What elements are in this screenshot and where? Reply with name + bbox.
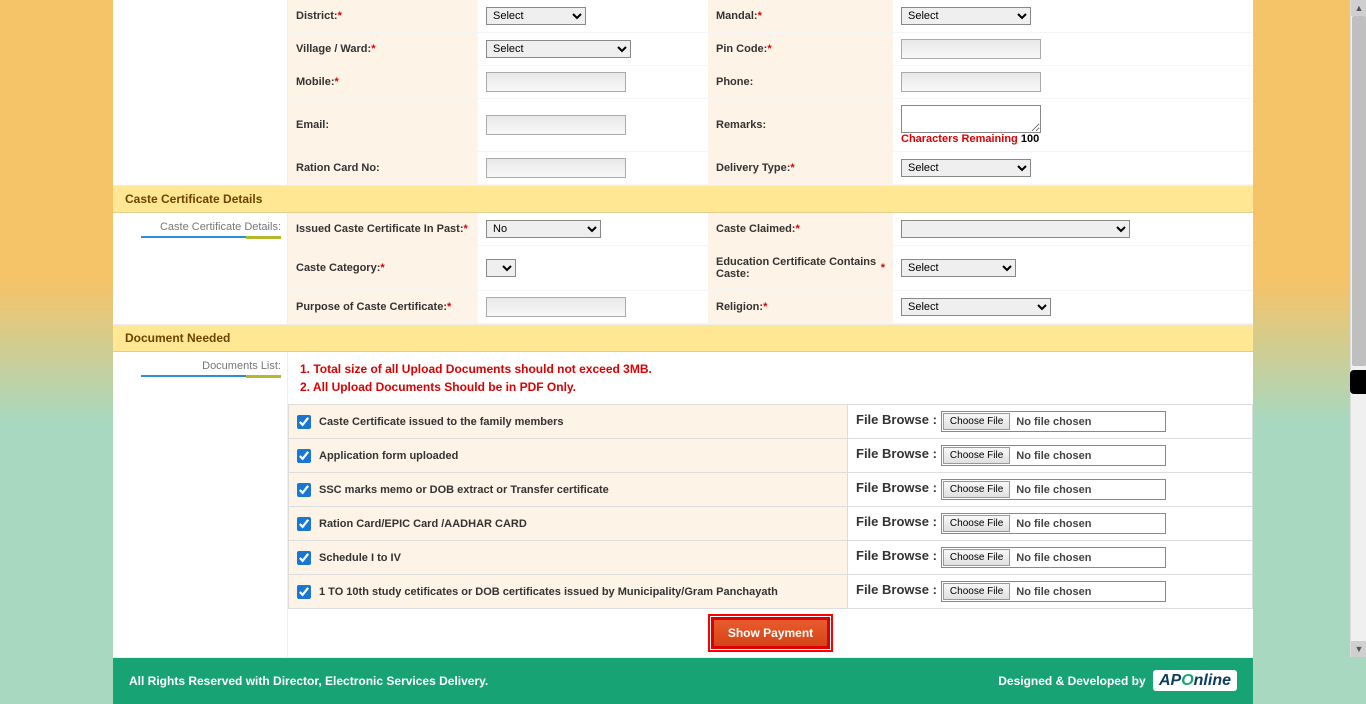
choose-file-button[interactable]: Choose File <box>943 413 1010 430</box>
remarks-label: Remarks: <box>708 99 893 151</box>
file-status: No file chosen <box>1016 484 1091 496</box>
email-label: Email: <box>288 99 478 151</box>
purpose-input[interactable] <box>486 297 626 317</box>
file-status: No file chosen <box>1016 518 1091 530</box>
doc-label: Application form uploaded <box>319 449 458 461</box>
doc-notes: 1. Total size of all Upload Documents sh… <box>288 352 1253 404</box>
doc-label: Ration Card/EPIC Card /AADHAR CARD <box>319 517 527 529</box>
choose-file-button[interactable]: Choose File <box>943 549 1010 566</box>
doc-label: Caste Certificate issued to the family m… <box>319 415 564 427</box>
issued-past-label: Issued Caste Certificate In Past:* <box>288 213 478 245</box>
file-browse-label: File Browse : <box>856 548 937 563</box>
religion-label: Religion:* <box>708 291 893 323</box>
choose-file-button[interactable]: Choose File <box>943 583 1010 600</box>
ration-label: Ration Card No: <box>288 152 478 184</box>
doc-label: 1 TO 10th study cetificates or DOB certi… <box>319 585 778 597</box>
doc-row: Schedule I to IV File Browse : Choose File… <box>289 541 1253 575</box>
file-input-wrapper[interactable]: Choose File No file chosen <box>941 479 1166 500</box>
doc-label: SSC marks memo or DOB extract or Transfe… <box>319 483 609 495</box>
show-payment-button[interactable]: Show Payment <box>711 617 830 649</box>
village-label: Village / Ward:* <box>288 33 478 65</box>
aponline-logo: APOnline <box>1153 670 1237 691</box>
mobile-label: Mobile:* <box>288 66 478 98</box>
choose-file-button[interactable]: Choose File <box>943 515 1010 532</box>
file-status: No file chosen <box>1016 552 1091 564</box>
caste-section-header: Caste Certificate Details <box>113 186 1253 213</box>
file-input-wrapper[interactable]: Choose File No file chosen <box>941 513 1166 534</box>
file-browse-label: File Browse : <box>856 514 937 529</box>
file-browse-label: File Browse : <box>856 480 937 495</box>
caste-claimed-select[interactable] <box>901 220 1130 238</box>
ration-input[interactable] <box>486 158 626 178</box>
caste-category-label: Caste Category:* <box>288 246 478 290</box>
pincode-input[interactable] <box>901 39 1041 59</box>
issued-past-select[interactable]: No <box>486 220 601 238</box>
file-input-wrapper[interactable]: Choose File No file chosen <box>941 445 1166 466</box>
doc-checkbox[interactable] <box>297 415 311 429</box>
side-indicator <box>1350 370 1366 394</box>
choose-file-button[interactable]: Choose File <box>943 481 1010 498</box>
doc-sidebar-label: Documents List: <box>113 352 288 657</box>
footer-left: All Rights Reserved with Director, Elect… <box>129 674 488 688</box>
religion-select[interactable]: Select <box>901 298 1051 316</box>
mandal-label: Mandal:* <box>708 0 893 32</box>
footer: All Rights Reserved with Director, Elect… <box>113 658 1253 704</box>
caste-sidebar-label: Caste Certificate Details: <box>113 213 288 324</box>
email-input[interactable] <box>486 115 626 135</box>
doc-checkbox[interactable] <box>297 483 311 497</box>
file-input-wrapper[interactable]: Choose File No file chosen <box>941 411 1166 432</box>
doc-section-header: Document Needed <box>113 325 1253 352</box>
doc-checkbox[interactable] <box>297 551 311 565</box>
file-status: No file chosen <box>1016 416 1091 428</box>
pincode-label: Pin Code:* <box>708 33 893 65</box>
remarks-textarea[interactable] <box>901 105 1041 133</box>
caste-claimed-label: Caste Claimed:* <box>708 213 893 245</box>
file-browse-label: File Browse : <box>856 582 937 597</box>
file-status: No file chosen <box>1016 450 1091 462</box>
delivery-label: Delivery Type:* <box>708 152 893 184</box>
mandal-select[interactable]: Select <box>901 7 1031 25</box>
file-browse-label: File Browse : <box>856 412 937 427</box>
scrollbar-thumb[interactable] <box>1352 16 1366 366</box>
district-select[interactable]: Select <box>486 7 586 25</box>
file-input-wrapper[interactable]: Choose File No file chosen <box>941 547 1166 568</box>
caste-category-select[interactable] <box>486 259 516 277</box>
doc-row: Caste Certificate issued to the family m… <box>289 405 1253 439</box>
char-remaining: Characters Remaining 100 <box>901 133 1039 145</box>
district-label: District:* <box>288 0 478 32</box>
doc-row: 1 TO 10th study cetificates or DOB certi… <box>289 575 1253 609</box>
doc-row: Ration Card/EPIC Card /AADHAR CARD File B… <box>289 507 1253 541</box>
phone-input[interactable] <box>901 72 1041 92</box>
choose-file-button[interactable]: Choose File <box>943 447 1010 464</box>
vertical-scrollbar[interactable]: ▲ ▼ <box>1350 0 1366 657</box>
doc-row: Application form uploaded File Browse : Ch… <box>289 439 1253 473</box>
doc-label: Schedule I to IV <box>319 551 401 563</box>
file-browse-label: File Browse : <box>856 446 937 461</box>
doc-checkbox[interactable] <box>297 517 311 531</box>
purpose-label: Purpose of Caste Certificate:* <box>288 291 478 323</box>
footer-right: Designed & Developed by APOnline <box>998 672 1237 690</box>
doc-row: SSC marks memo or DOB extract or Transfe… <box>289 473 1253 507</box>
village-select[interactable]: Select <box>486 40 631 58</box>
file-input-wrapper[interactable]: Choose File No file chosen <box>941 581 1166 602</box>
doc-checkbox[interactable] <box>297 585 311 599</box>
scroll-up-arrow[interactable]: ▲ <box>1351 0 1366 16</box>
delivery-select[interactable]: Select <box>901 159 1031 177</box>
mobile-input[interactable] <box>486 72 626 92</box>
scroll-down-arrow[interactable]: ▼ <box>1351 641 1366 657</box>
education-cert-select[interactable]: Select <box>901 259 1016 277</box>
phone-label: Phone: <box>708 66 893 98</box>
doc-checkbox[interactable] <box>297 449 311 463</box>
education-cert-label: Education Certificate Contains Caste:* <box>708 246 893 290</box>
file-status: No file chosen <box>1016 586 1091 598</box>
